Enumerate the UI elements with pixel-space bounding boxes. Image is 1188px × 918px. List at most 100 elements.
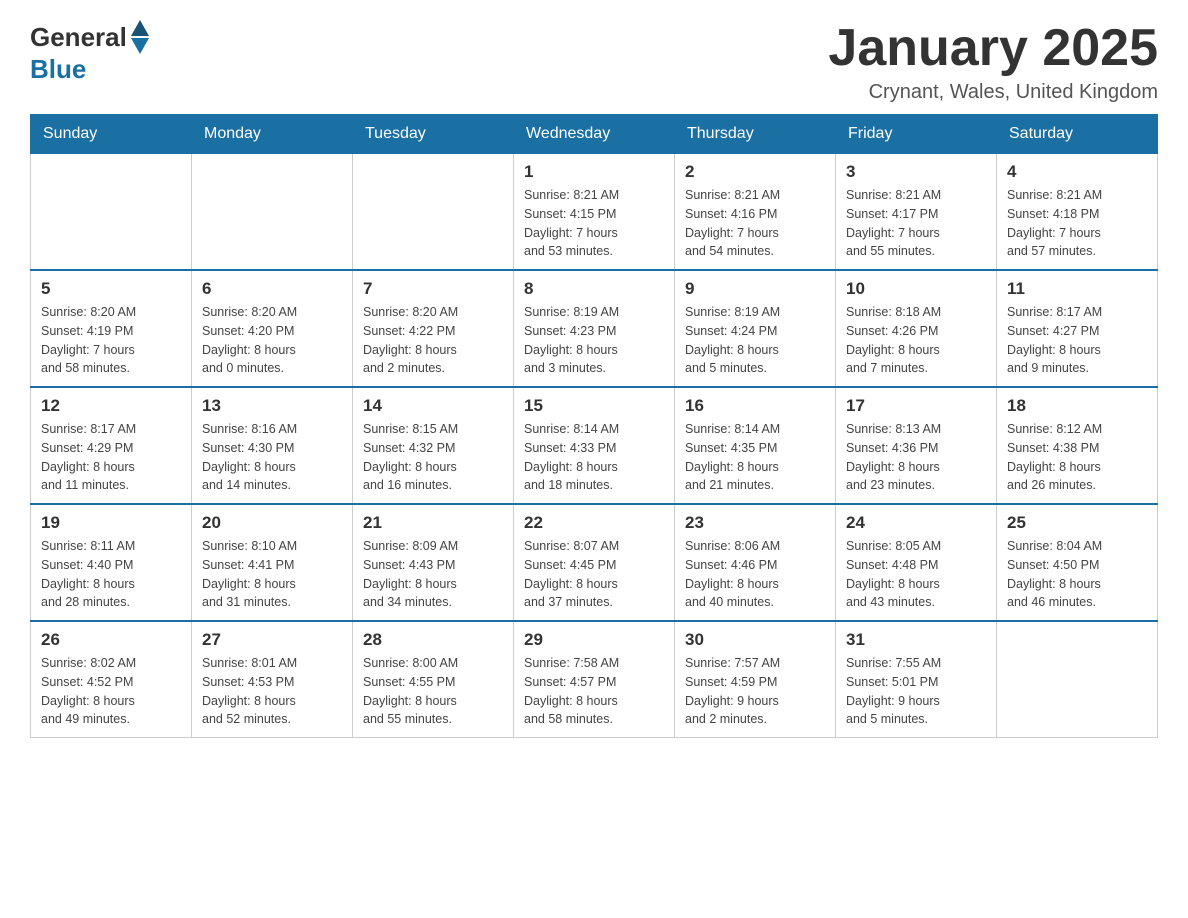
day-info: Sunrise: 8:14 AM Sunset: 4:33 PM Dayligh… [524,420,664,495]
calendar-week-row: 5 Sunrise: 8:20 AM Sunset: 4:19 PM Daylig… [31,270,1158,387]
day-info: Sunrise: 7:55 AM Sunset: 5:01 PM Dayligh… [846,654,986,729]
day-info: Sunrise: 8:18 AM Sunset: 4:26 PM Dayligh… [846,303,986,378]
day-info: Sunrise: 8:10 AM Sunset: 4:41 PM Dayligh… [202,537,342,612]
calendar-cell: 29 Sunrise: 7:58 AM Sunset: 4:57 PM Dayli… [514,621,675,738]
calendar-cell: 30 Sunrise: 7:57 AM Sunset: 4:59 PM Dayli… [675,621,836,738]
day-number: 14 [363,396,503,416]
calendar-header-wednesday: Wednesday [514,115,675,154]
day-info: Sunrise: 8:05 AM Sunset: 4:48 PM Dayligh… [846,537,986,612]
day-info: Sunrise: 8:21 AM Sunset: 4:17 PM Dayligh… [846,186,986,261]
day-number: 13 [202,396,342,416]
calendar-cell: 31 Sunrise: 7:55 AM Sunset: 5:01 PM Dayli… [836,621,997,738]
day-number: 25 [1007,513,1147,533]
calendar-week-row: 1 Sunrise: 8:21 AM Sunset: 4:15 PM Daylig… [31,154,1158,271]
calendar-cell: 5 Sunrise: 8:20 AM Sunset: 4:19 PM Daylig… [31,270,192,387]
day-info: Sunrise: 8:21 AM Sunset: 4:15 PM Dayligh… [524,186,664,261]
calendar-cell: 19Sunrise: 8:11 AM Sunset: 4:40 PM Dayli… [31,504,192,621]
calendar-cell: 16Sunrise: 8:14 AM Sunset: 4:35 PM Dayli… [675,387,836,504]
calendar-cell: 1 Sunrise: 8:21 AM Sunset: 4:15 PM Daylig… [514,154,675,271]
day-info: Sunrise: 8:19 AM Sunset: 4:24 PM Dayligh… [685,303,825,378]
calendar-header-monday: Monday [192,115,353,154]
day-info: Sunrise: 8:12 AM Sunset: 4:38 PM Dayligh… [1007,420,1147,495]
day-number: 12 [41,396,181,416]
day-info: Sunrise: 8:21 AM Sunset: 4:18 PM Dayligh… [1007,186,1147,261]
calendar-cell: 24 Sunrise: 8:05 AM Sunset: 4:48 PM Dayli… [836,504,997,621]
day-number: 7 [363,279,503,299]
calendar-week-row: 26 Sunrise: 8:02 AM Sunset: 4:52 PM Dayli… [31,621,1158,738]
day-number: 22 [524,513,664,533]
day-number: 30 [685,630,825,650]
location-text: Crynant, Wales, United Kingdom [828,81,1158,104]
calendar-cell: 12 Sunrise: 8:17 AM Sunset: 4:29 PM Dayli… [31,387,192,504]
day-number: 20 [202,513,342,533]
day-info: Sunrise: 8:19 AM Sunset: 4:23 PM Dayligh… [524,303,664,378]
day-info: Sunrise: 8:07 AM Sunset: 4:45 PM Dayligh… [524,537,664,612]
day-number: 31 [846,630,986,650]
calendar-cell: 9 Sunrise: 8:19 AM Sunset: 4:24 PM Daylig… [675,270,836,387]
calendar-cell: 4 Sunrise: 8:21 AM Sunset: 4:18 PM Daylig… [997,154,1158,271]
day-info: Sunrise: 8:20 AM Sunset: 4:19 PM Dayligh… [41,303,181,378]
day-info: Sunrise: 8:11 AM Sunset: 4:40 PM Dayligh… [41,537,181,612]
calendar-cell: 2 Sunrise: 8:21 AM Sunset: 4:16 PM Daylig… [675,154,836,271]
day-info: Sunrise: 8:17 AM Sunset: 4:27 PM Dayligh… [1007,303,1147,378]
day-info: Sunrise: 7:57 AM Sunset: 4:59 PM Dayligh… [685,654,825,729]
day-number: 29 [524,630,664,650]
day-number: 1 [524,162,664,182]
calendar-header-tuesday: Tuesday [353,115,514,154]
day-number: 5 [41,279,181,299]
day-number: 3 [846,162,986,182]
calendar-header-sunday: Sunday [31,115,192,154]
calendar-cell: 14 Sunrise: 8:15 AM Sunset: 4:32 PM Dayli… [353,387,514,504]
day-info: Sunrise: 8:20 AM Sunset: 4:22 PM Dayligh… [363,303,503,378]
title-section: January 2025 Crynant, Wales, United King… [828,20,1158,104]
day-info: Sunrise: 8:16 AM Sunset: 4:30 PM Dayligh… [202,420,342,495]
logo-blue-text: Blue [30,54,149,85]
calendar-cell: 11 Sunrise: 8:17 AM Sunset: 4:27 PM Dayli… [997,270,1158,387]
day-number: 23 [685,513,825,533]
calendar-cell: 3 Sunrise: 8:21 AM Sunset: 4:17 PM Daylig… [836,154,997,271]
day-number: 24 [846,513,986,533]
calendar-week-row: 19Sunrise: 8:11 AM Sunset: 4:40 PM Dayli… [31,504,1158,621]
calendar-header-saturday: Saturday [997,115,1158,154]
day-number: 8 [524,279,664,299]
calendar-cell: 6Sunrise: 8:20 AM Sunset: 4:20 PM Daylig… [192,270,353,387]
day-number: 11 [1007,279,1147,299]
calendar-cell: 13 Sunrise: 8:16 AM Sunset: 4:30 PM Dayli… [192,387,353,504]
calendar-table: SundayMondayTuesdayWednesdayThursdayFrid… [30,114,1158,738]
day-info: Sunrise: 7:58 AM Sunset: 4:57 PM Dayligh… [524,654,664,729]
calendar-cell: 15Sunrise: 8:14 AM Sunset: 4:33 PM Dayli… [514,387,675,504]
day-number: 2 [685,162,825,182]
day-info: Sunrise: 8:09 AM Sunset: 4:43 PM Dayligh… [363,537,503,612]
day-info: Sunrise: 8:15 AM Sunset: 4:32 PM Dayligh… [363,420,503,495]
calendar-cell: 21 Sunrise: 8:09 AM Sunset: 4:43 PM Dayli… [353,504,514,621]
day-number: 26 [41,630,181,650]
calendar-header-thursday: Thursday [675,115,836,154]
day-info: Sunrise: 8:00 AM Sunset: 4:55 PM Dayligh… [363,654,503,729]
day-number: 9 [685,279,825,299]
day-number: 4 [1007,162,1147,182]
calendar-week-row: 12 Sunrise: 8:17 AM Sunset: 4:29 PM Dayli… [31,387,1158,504]
calendar-cell [192,154,353,271]
month-title: January 2025 [828,20,1158,77]
day-number: 28 [363,630,503,650]
day-info: Sunrise: 8:17 AM Sunset: 4:29 PM Dayligh… [41,420,181,495]
day-number: 27 [202,630,342,650]
calendar-cell: 27 Sunrise: 8:01 AM Sunset: 4:53 PM Dayli… [192,621,353,738]
day-number: 21 [363,513,503,533]
calendar-cell [31,154,192,271]
calendar-cell: 28 Sunrise: 8:00 AM Sunset: 4:55 PM Dayli… [353,621,514,738]
day-number: 10 [846,279,986,299]
day-info: Sunrise: 8:13 AM Sunset: 4:36 PM Dayligh… [846,420,986,495]
calendar-cell: 23Sunrise: 8:06 AM Sunset: 4:46 PM Dayli… [675,504,836,621]
calendar-cell: 22 Sunrise: 8:07 AM Sunset: 4:45 PM Dayli… [514,504,675,621]
calendar-cell: 17Sunrise: 8:13 AM Sunset: 4:36 PM Dayli… [836,387,997,504]
calendar-cell: 10 Sunrise: 8:18 AM Sunset: 4:26 PM Dayli… [836,270,997,387]
day-info: Sunrise: 8:04 AM Sunset: 4:50 PM Dayligh… [1007,537,1147,612]
calendar-cell: 7 Sunrise: 8:20 AM Sunset: 4:22 PM Daylig… [353,270,514,387]
day-number: 6 [202,279,342,299]
day-info: Sunrise: 8:01 AM Sunset: 4:53 PM Dayligh… [202,654,342,729]
calendar-cell: 20 Sunrise: 8:10 AM Sunset: 4:41 PM Dayli… [192,504,353,621]
day-info: Sunrise: 8:21 AM Sunset: 4:16 PM Dayligh… [685,186,825,261]
day-number: 18 [1007,396,1147,416]
day-info: Sunrise: 8:02 AM Sunset: 4:52 PM Dayligh… [41,654,181,729]
